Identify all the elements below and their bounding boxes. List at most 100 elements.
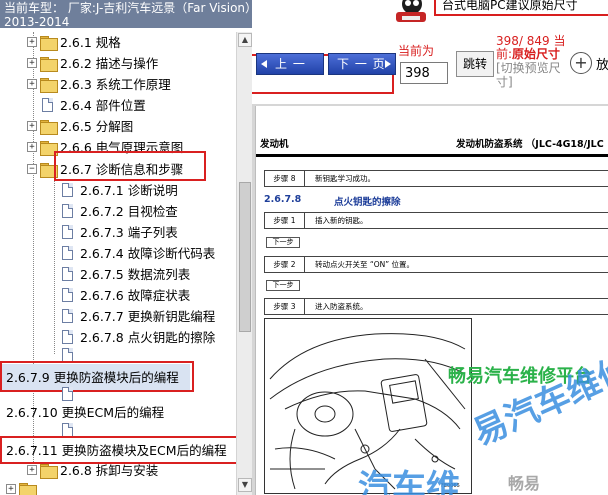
tree-item-2-6-7-5[interactable]: 2.6.7.5 数据流列表 bbox=[0, 264, 236, 285]
tree-item-2-6-1[interactable]: + 2.6.1 规格 bbox=[0, 32, 236, 53]
step-description: 转动点火开关至 “ON” 位置。 bbox=[315, 260, 415, 269]
page-header-left: 发动机 bbox=[260, 139, 289, 150]
tree-item-2-6-2[interactable]: + 2.6.2 描述与操作 bbox=[0, 53, 236, 74]
page-number-input[interactable] bbox=[400, 62, 448, 84]
document-icon bbox=[62, 309, 73, 323]
folder-icon bbox=[40, 57, 58, 72]
step-8-box: 步骤 8 新钥匙学习成功。 bbox=[264, 170, 608, 187]
tree-item-label: 2.6.7.6 故障症状表 bbox=[80, 288, 191, 303]
tree-item-2-6-7-4[interactable]: 2.6.7.4 故障诊断代码表 bbox=[0, 243, 236, 264]
tree-item-doc-stub[interactable] bbox=[0, 423, 236, 437]
collapse-icon[interactable]: − bbox=[27, 164, 37, 174]
tree-item-2-6-5[interactable]: + 2.6.5 分解图 bbox=[0, 116, 236, 137]
step-number: 步骤 1 bbox=[265, 213, 305, 228]
arrow-right-icon bbox=[385, 60, 391, 68]
tree-item-2-6-3[interactable]: + 2.6.3 系统工作原理 bbox=[0, 74, 236, 95]
document-viewer: 台式电脑PC建议原始尺寸 上 一 页 下 一 页 当前为 跳转 398/ 849… bbox=[252, 0, 608, 495]
folder-icon bbox=[40, 464, 58, 479]
highlight-box-2-6-7-9 bbox=[0, 361, 194, 392]
folder-icon bbox=[19, 483, 37, 495]
jump-button[interactable]: 跳转 bbox=[456, 51, 494, 77]
tree-item-2-6-4[interactable]: 2.6.4 部件位置 bbox=[0, 95, 236, 116]
tree-item-2-6-7-10[interactable]: 2.6.7.10 更换ECM后的编程 bbox=[0, 402, 236, 423]
scroll-down-arrow-icon[interactable]: ▼ bbox=[238, 478, 252, 492]
step-1-box: 步骤 1 插入新的钥匙。 bbox=[264, 212, 608, 229]
chapter-tree: + 2.6.1 规格 + 2.6.2 描述与操作 + 2.6.3 系统工作原理 … bbox=[0, 32, 242, 495]
folder-icon bbox=[40, 120, 58, 135]
tree-item-2-6-7-8[interactable]: 2.6.7.8 点火钥匙的擦除 bbox=[0, 327, 236, 348]
zoom-label[interactable]: 放 bbox=[596, 54, 608, 73]
scroll-up-arrow-icon[interactable]: ▲ bbox=[238, 33, 252, 47]
arrow-left-icon bbox=[261, 60, 267, 68]
watermark-gray: 畅易 bbox=[508, 474, 541, 493]
step-number: 步骤 8 bbox=[265, 171, 305, 186]
document-icon bbox=[62, 267, 73, 281]
zoom-in-icon[interactable]: + bbox=[570, 52, 592, 74]
tree-item-label: 2.6.1 规格 bbox=[60, 35, 121, 50]
expand-icon[interactable]: + bbox=[27, 79, 37, 89]
banner-text: 台式电脑PC建议原始尺寸 bbox=[434, 0, 608, 16]
section-title: 点火钥匙的擦除 bbox=[334, 197, 401, 208]
watermark-blue-bottom: 汽车维 bbox=[358, 468, 460, 495]
next-page-button[interactable]: 下 一 页 bbox=[328, 53, 396, 75]
tree-item-label: 2.6.7.7 更换新钥匙编程 bbox=[80, 309, 216, 324]
toggle-preview-size-link[interactable]: [切换预览尺寸] bbox=[496, 61, 561, 89]
step-number: 步骤 3 bbox=[265, 299, 305, 314]
step-number: 步骤 2 bbox=[265, 257, 305, 272]
tree-panel: 当前车型： 厂家:J-吉利汽车远景（Far Vision） 2013-2014 … bbox=[0, 0, 252, 495]
size-info-prefix: 前: bbox=[496, 47, 513, 61]
banner: 台式电脑PC建议原始尺寸 bbox=[382, 0, 608, 26]
tree-item-2-6-8[interactable]: + 2.6.8 拆卸与安装 bbox=[0, 460, 236, 481]
next-step-button: 下一步 bbox=[266, 280, 300, 291]
document-icon bbox=[62, 288, 73, 302]
folder-icon bbox=[40, 36, 58, 51]
tree-item-label: 2.6.7.1 诊断说明 bbox=[80, 183, 178, 198]
tree-item-label: 2.6.4 部件位置 bbox=[60, 98, 146, 113]
tree-item-2-6-7-7[interactable]: 2.6.7.7 更换新钥匙编程 bbox=[0, 306, 236, 327]
mascot-icon bbox=[392, 0, 430, 24]
document-icon bbox=[62, 387, 73, 401]
tree-item-2-6-7-3[interactable]: 2.6.7.3 端子列表 bbox=[0, 222, 236, 243]
model-title-bar: 当前车型： 厂家:J-吉利汽车远景（Far Vision） 2013-2014 bbox=[0, 0, 252, 28]
tree-item-2-6-7-6[interactable]: 2.6.7.6 故障症状表 bbox=[0, 285, 236, 306]
document-icon bbox=[42, 98, 53, 112]
tree-item-label: 2.6.7.2 目视检查 bbox=[80, 204, 178, 219]
step-description: 插入新的钥匙。 bbox=[315, 216, 368, 225]
model-years: 2013-2014 bbox=[4, 15, 70, 28]
current-page-caption: 当前为 bbox=[398, 44, 435, 58]
expand-icon[interactable]: + bbox=[6, 484, 16, 494]
prev-page-button[interactable]: 上 一 页 bbox=[256, 53, 324, 91]
expand-icon[interactable]: + bbox=[27, 37, 37, 47]
tree-item-label: 2.6.7.4 故障诊断代码表 bbox=[80, 246, 216, 261]
expand-icon[interactable]: + bbox=[27, 121, 37, 131]
model-title: 当前车型： 厂家:J-吉利汽车远景（Far Vision） bbox=[4, 1, 252, 15]
viewer-toolbar: 台式电脑PC建议原始尺寸 上 一 页 下 一 页 当前为 跳转 398/ 849… bbox=[252, 0, 608, 104]
tree-item-collapsed[interactable]: + bbox=[0, 479, 236, 495]
next-page-label: 下 一 页 bbox=[337, 57, 386, 71]
expand-icon[interactable]: + bbox=[27, 465, 37, 475]
original-size-label[interactable]: 原始尺寸 bbox=[512, 47, 560, 61]
step-description: 新钥匙学习成功。 bbox=[315, 174, 375, 183]
tree-item-label: 2.6.3 系统工作原理 bbox=[60, 77, 171, 92]
tree-item-label: 2.6.2 描述与操作 bbox=[60, 56, 159, 71]
step-3-box: 步骤 3 进入防盗系统。 bbox=[264, 298, 608, 315]
tree-item-doc-stub[interactable] bbox=[0, 348, 236, 362]
scroll-thumb[interactable] bbox=[239, 182, 251, 332]
expand-icon[interactable]: + bbox=[27, 142, 37, 152]
tree-item-2-6-7-2[interactable]: 2.6.7.2 目视检查 bbox=[0, 201, 236, 222]
tree-item-doc-stub[interactable] bbox=[0, 387, 236, 401]
highlight-box-2-6-7 bbox=[54, 151, 206, 181]
step-2-box: 步骤 2 转动点火开关至 “ON” 位置。 bbox=[264, 256, 608, 273]
document-icon bbox=[62, 423, 73, 437]
prev-page-label: 上 一 页 bbox=[275, 57, 306, 91]
header-rule bbox=[256, 154, 608, 157]
tree-scrollbar[interactable]: ▲ ▼ bbox=[236, 32, 252, 495]
expand-icon[interactable]: + bbox=[27, 58, 37, 68]
tree-item-label: 2.6.8 拆卸与安装 bbox=[60, 463, 159, 478]
next-step-button: 下一步 bbox=[266, 237, 300, 248]
document-icon bbox=[62, 348, 73, 362]
document-icon bbox=[62, 183, 73, 197]
tree-item-2-6-7-1[interactable]: 2.6.7.1 诊断说明 bbox=[0, 180, 236, 201]
tree-item-label: 2.6.7.5 数据流列表 bbox=[80, 267, 191, 282]
document-icon bbox=[62, 225, 73, 239]
